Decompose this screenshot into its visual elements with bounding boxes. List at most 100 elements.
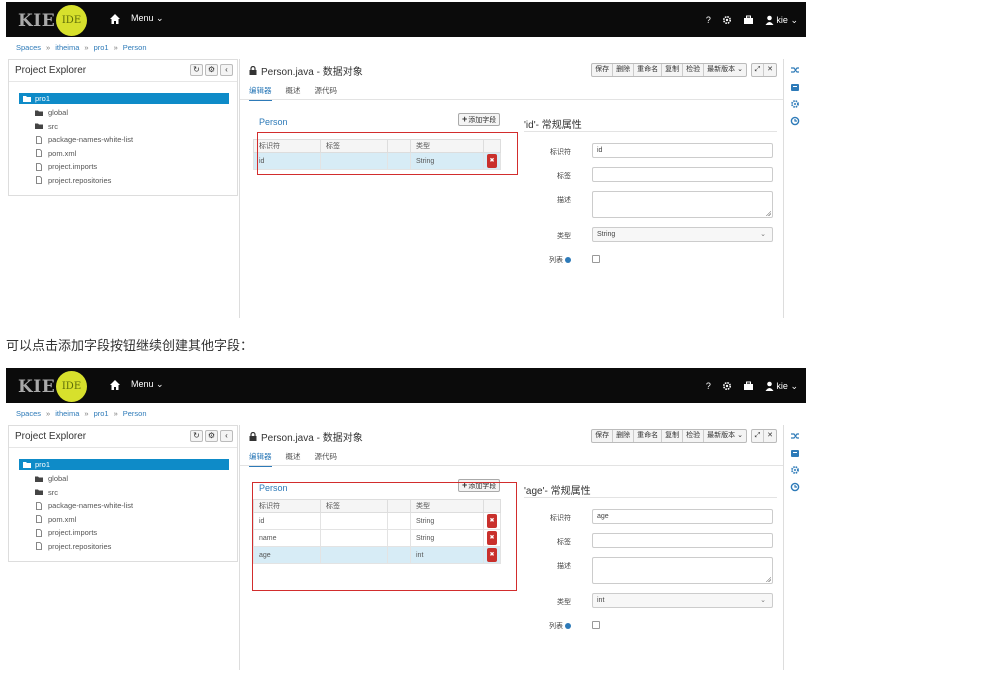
rename-button[interactable]: 重命名 [634, 64, 663, 76]
save-button[interactable]: 保存 [592, 64, 614, 76]
project-explorer-panel: Project Explorer ↻ ⚙ ‹ pro1 global src pac… [8, 59, 238, 196]
type-select[interactable]: String ⌄ [592, 227, 773, 242]
list-checkbox[interactable] [592, 621, 600, 629]
menu-dropdown[interactable]: Menu ⌄ [131, 379, 164, 390]
tree-item[interactable]: project.imports [35, 162, 97, 171]
refresh-icon[interactable]: ↻ [190, 64, 203, 76]
breadcrumb-space[interactable]: itheima [55, 409, 79, 418]
highlight-box [252, 482, 517, 591]
screenshot-1: KIE IDE Menu ⌄ ? kie ⌄ Spaces » itheima » … [6, 2, 806, 318]
archive-icon[interactable] [790, 448, 800, 458]
editor-panel: Person.java - 数据对象 保存 删除 重命名 复制 检验 最新版本 … [239, 425, 784, 670]
tree-item-root[interactable]: pro1 [19, 93, 229, 104]
ide-logo: IDE [56, 371, 87, 402]
breadcrumb-project[interactable]: pro1 [94, 409, 109, 418]
breadcrumb-asset[interactable]: Person [123, 43, 147, 52]
validate-button[interactable]: 检验 [683, 64, 705, 76]
label-input[interactable] [592, 533, 773, 548]
collapse-chevron-left-icon[interactable]: ‹ [220, 430, 233, 442]
settings-gear-icon[interactable] [790, 465, 800, 475]
description-textarea[interactable] [592, 557, 773, 584]
tree-item-label: src [48, 487, 58, 497]
tree-item[interactable]: pom.xml [35, 149, 76, 158]
validate-button[interactable]: 检验 [683, 430, 705, 442]
shuffle-icon[interactable] [790, 65, 800, 75]
add-field-label: 添加字段 [468, 117, 497, 124]
chevron-down-icon: ⌄ [156, 379, 164, 389]
tree-item[interactable]: package-names-white-list [35, 135, 133, 144]
tree-item-root[interactable]: pro1 [19, 459, 229, 470]
settings-gear-icon[interactable] [790, 99, 800, 109]
tree-item-label: package-names-white-list [48, 135, 134, 144]
user-menu[interactable]: kie ⌄ [765, 380, 798, 392]
briefcase-icon[interactable] [743, 14, 754, 26]
save-button[interactable]: 保存 [592, 430, 614, 442]
rename-button[interactable]: 重命名 [634, 430, 663, 442]
settings-gear-icon[interactable]: ⚙ [205, 430, 218, 442]
editor-title: Person.java - 数据对象 [249, 429, 363, 444]
tree-item[interactable]: project.repositories [35, 542, 111, 551]
home-icon[interactable] [109, 379, 121, 391]
info-icon[interactable] [565, 257, 571, 264]
settings-gear-icon[interactable] [722, 14, 732, 26]
tree-item[interactable]: global [35, 474, 68, 483]
list-label: 列表 [521, 621, 571, 631]
list-checkbox[interactable] [592, 255, 600, 263]
data-object-name: Person [259, 117, 288, 127]
version-dropdown[interactable]: 最新版本 ⌄ [704, 430, 746, 442]
close-icon[interactable]: ✕ [764, 64, 776, 76]
user-menu[interactable]: kie ⌄ [765, 14, 798, 26]
resize-grip-icon[interactable] [765, 576, 771, 582]
breadcrumb-separator: » [84, 43, 89, 52]
add-field-button[interactable]: +添加字段 [458, 113, 501, 126]
home-icon[interactable] [109, 13, 121, 25]
caption: 可以点击添加字段按钮继续创建其他字段： [6, 338, 254, 353]
user-icon [765, 15, 774, 25]
tree-item[interactable]: pom.xml [35, 515, 76, 524]
delete-button[interactable]: 删除 [613, 430, 635, 442]
close-icon[interactable]: ✕ [764, 430, 776, 442]
delete-button[interactable]: 删除 [613, 64, 635, 76]
breadcrumb-asset[interactable]: Person [123, 409, 147, 418]
archive-icon[interactable] [790, 82, 800, 92]
explorer-actions: ↻ ⚙ ‹ [190, 430, 233, 442]
history-icon[interactable] [790, 482, 800, 492]
settings-gear-icon[interactable] [722, 380, 732, 392]
tree-item[interactable]: package-names-white-list [35, 501, 133, 510]
maximize-icon[interactable]: ⤢ [752, 430, 764, 442]
tree-item[interactable]: src [35, 488, 58, 497]
type-select-value: int [597, 597, 605, 604]
folder-icon [35, 110, 43, 116]
maximize-icon[interactable]: ⤢ [752, 64, 764, 76]
description-textarea[interactable] [592, 191, 773, 218]
description-label: 描述 [557, 563, 571, 570]
resize-grip-icon[interactable] [765, 210, 771, 216]
help-button[interactable]: ? [706, 380, 711, 392]
help-button[interactable]: ? [706, 14, 711, 26]
info-icon[interactable] [565, 623, 571, 630]
breadcrumb-spaces[interactable]: Spaces [16, 409, 41, 418]
briefcase-icon[interactable] [743, 380, 754, 392]
label-input[interactable] [592, 167, 773, 182]
tree-item[interactable]: project.imports [35, 528, 97, 537]
settings-gear-icon[interactable]: ⚙ [205, 64, 218, 76]
breadcrumb-spaces[interactable]: Spaces [16, 43, 41, 52]
tree-item[interactable]: project.repositories [35, 176, 111, 185]
history-icon[interactable] [790, 116, 800, 126]
breadcrumb-space[interactable]: itheima [55, 43, 79, 52]
editor-title-text: Person.java - 数据对象 [261, 433, 363, 444]
identifier-input[interactable]: id [592, 143, 773, 158]
collapse-chevron-left-icon[interactable]: ‹ [220, 64, 233, 76]
identifier-input[interactable]: age [592, 509, 773, 524]
tree-item[interactable]: global [35, 108, 68, 117]
type-select[interactable]: int ⌄ [592, 593, 773, 608]
copy-button[interactable]: 复制 [662, 430, 684, 442]
copy-button[interactable]: 复制 [662, 64, 684, 76]
version-dropdown[interactable]: 最新版本 ⌄ [704, 64, 746, 76]
shuffle-icon[interactable] [790, 431, 800, 441]
tree-item-label: project.imports [48, 528, 98, 537]
refresh-icon[interactable]: ↻ [190, 430, 203, 442]
tree-item[interactable]: src [35, 122, 58, 131]
breadcrumb-project[interactable]: pro1 [94, 43, 109, 52]
menu-dropdown[interactable]: Menu ⌄ [131, 13, 164, 24]
